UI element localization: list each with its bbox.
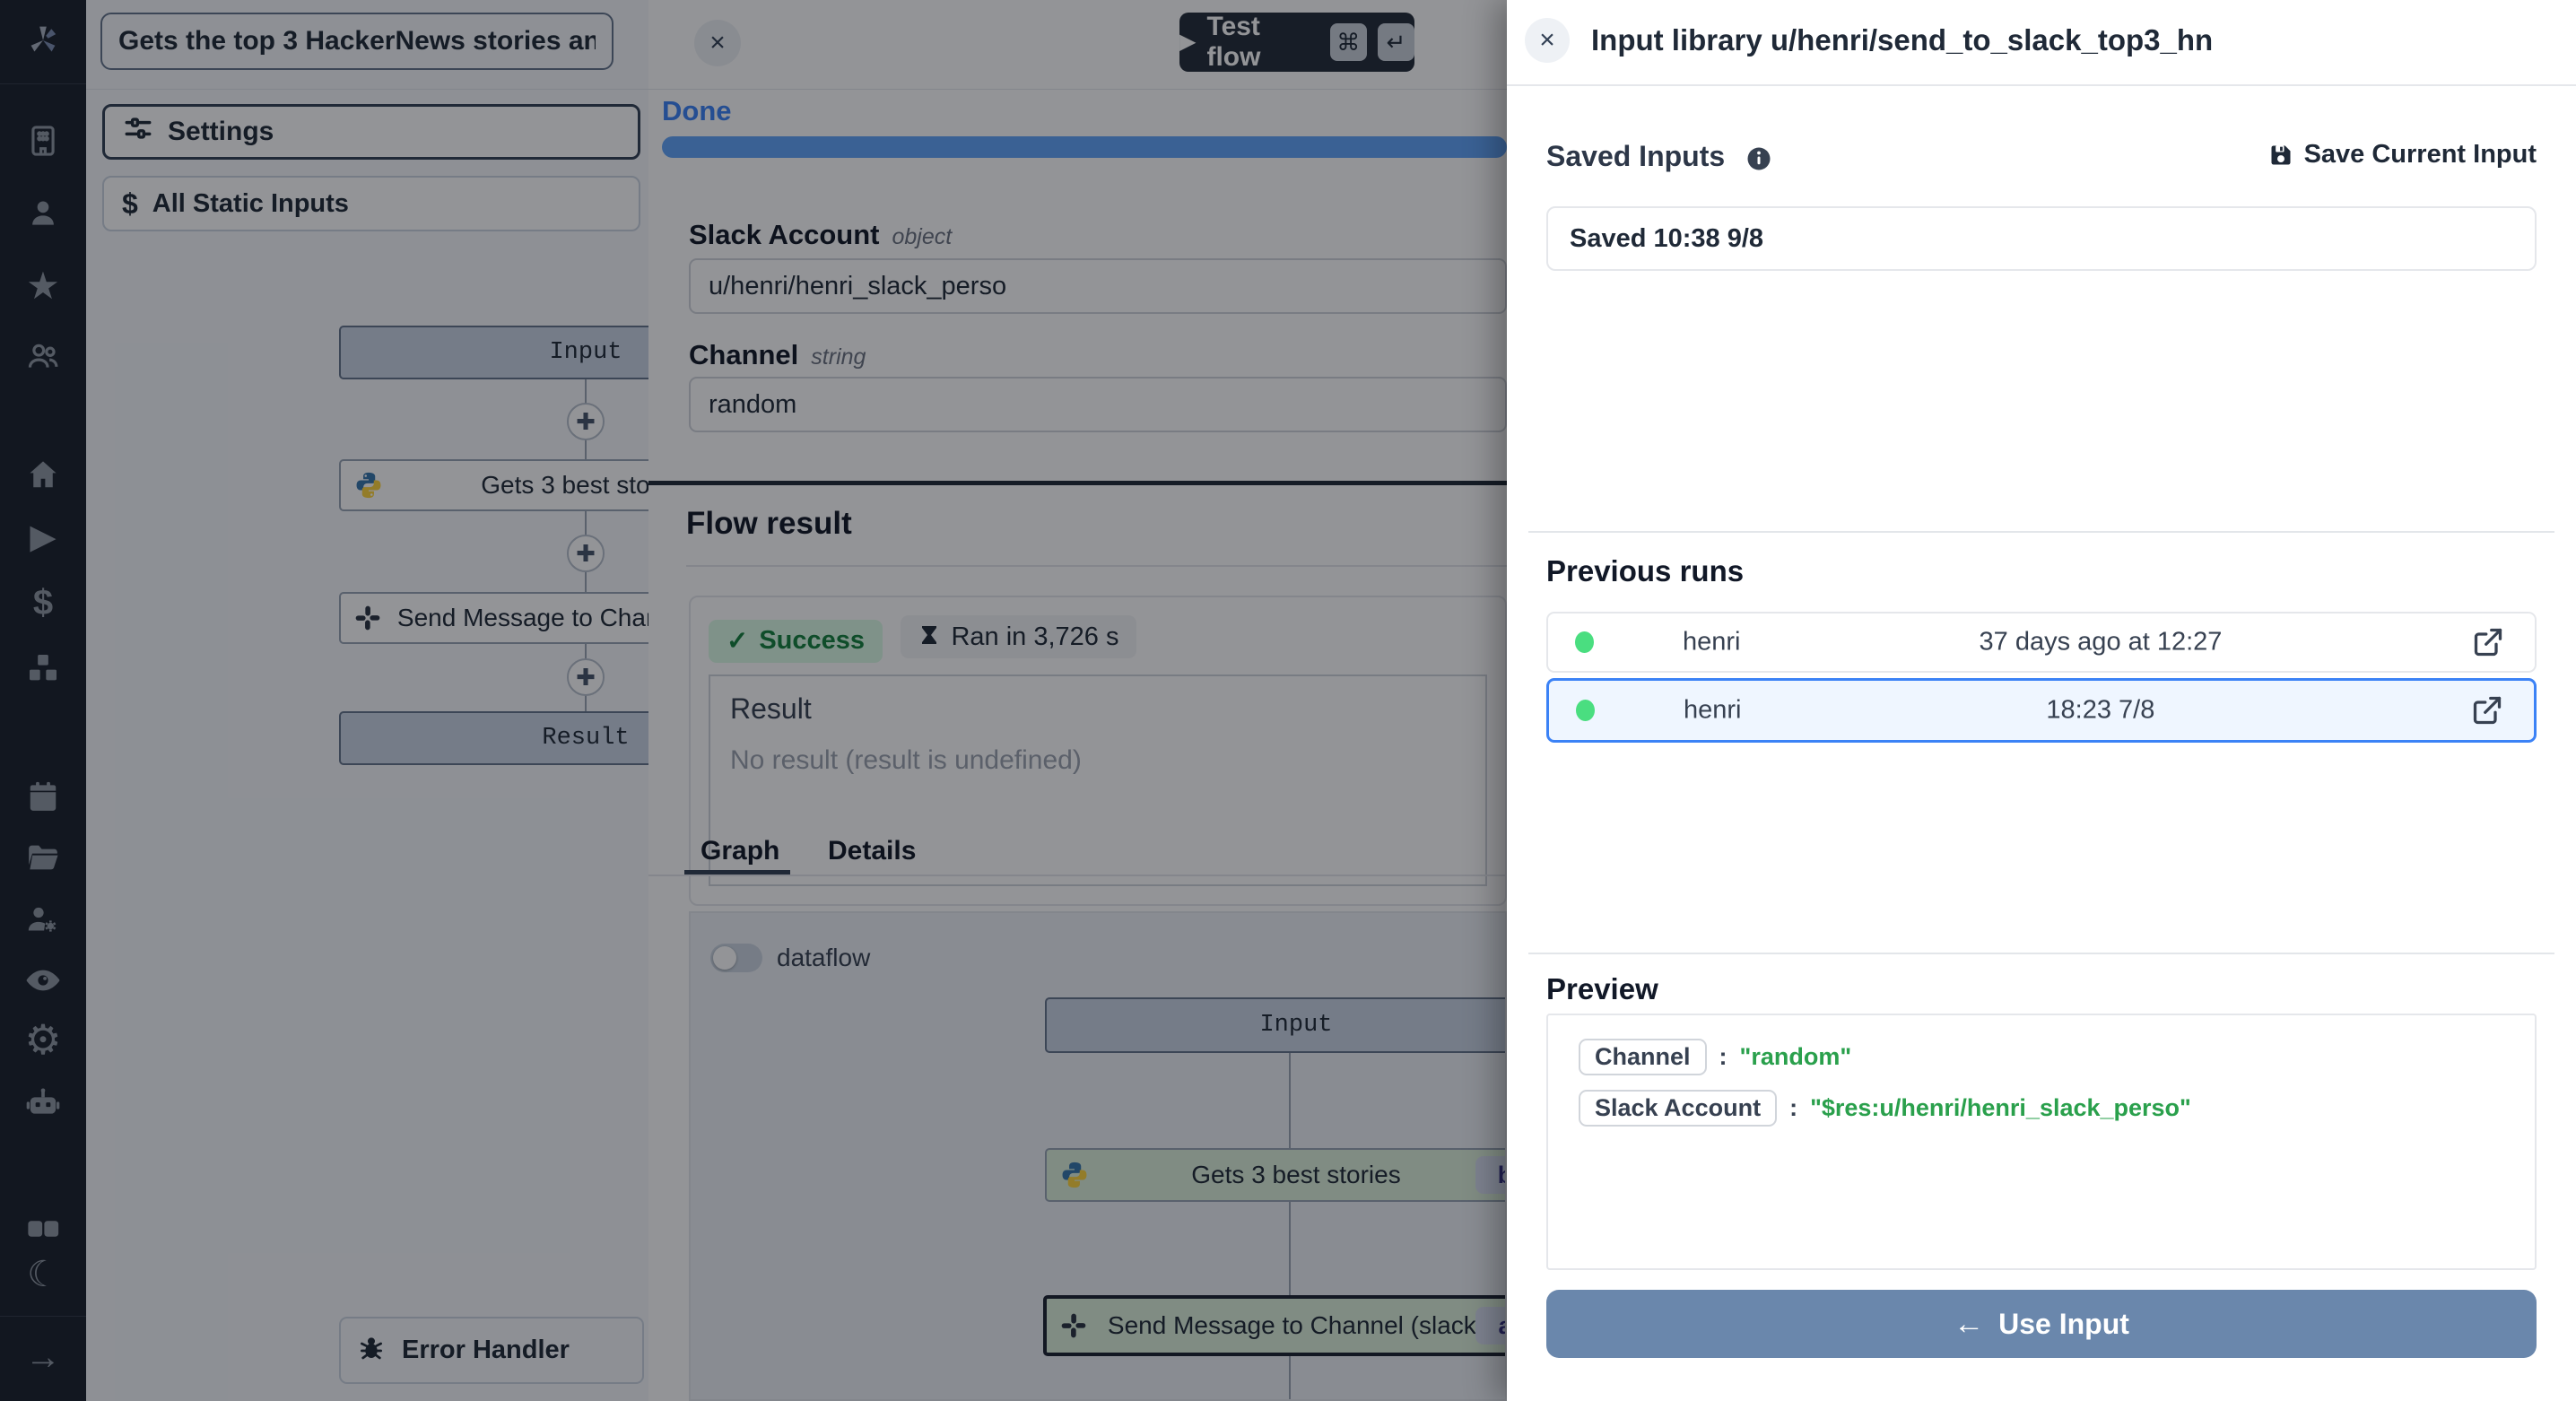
run-status-dot xyxy=(1576,700,1595,721)
preview-entry-channel: Channel : "random" xyxy=(1579,1039,2504,1075)
colon: : xyxy=(1789,1094,1797,1122)
use-input-label: Use Input xyxy=(1998,1308,2129,1341)
saved-input-item[interactable]: Saved 10:38 9/8 xyxy=(1546,206,2537,271)
preview-value: "random" xyxy=(1740,1043,1852,1071)
colon: : xyxy=(1719,1043,1727,1071)
run-status-dot xyxy=(1575,631,1594,653)
run-user: henri xyxy=(1684,696,1742,726)
external-link-icon[interactable] xyxy=(2472,626,2504,658)
preview-entry-slack-account: Slack Account : "$res:u/henri/henri_slac… xyxy=(1579,1090,2504,1127)
drawer-title: Input library u/henri/send_to_slack_top3… xyxy=(1591,23,2213,57)
arrow-left-icon: ← xyxy=(1954,1307,1984,1342)
external-link-icon[interactable] xyxy=(2471,694,2503,727)
saved-input-label: Saved 10:38 9/8 xyxy=(1570,224,1763,254)
previous-runs-heading: Previous runs xyxy=(1546,554,1744,588)
drawer-divider-2 xyxy=(1528,953,2554,954)
preview-key: Slack Account xyxy=(1579,1090,1777,1127)
drawer-backdrop[interactable] xyxy=(0,0,1507,1401)
save-icon xyxy=(2268,143,2293,168)
use-input-button[interactable]: ← Use Input xyxy=(1546,1290,2537,1358)
run-user: henri xyxy=(1683,628,1741,657)
preview-heading: Preview xyxy=(1546,972,1658,1006)
close-icon: × xyxy=(1539,25,1555,56)
saved-inputs-heading: Saved Inputs xyxy=(1546,140,1772,173)
save-current-input-button[interactable]: Save Current Input xyxy=(2268,140,2537,170)
run-time: 18:23 7/8 xyxy=(2046,696,2154,726)
info-icon[interactable] xyxy=(1745,145,1772,172)
run-time: 37 days ago at 12:27 xyxy=(1980,628,2223,657)
preview-value: "$res:u/henri/henri_slack_perso" xyxy=(1810,1094,2191,1122)
input-library-drawer: × Input library u/henri/send_to_slack_to… xyxy=(1507,0,2576,1401)
app-root: ★ ▶ $ xyxy=(0,0,2576,1401)
drawer-divider-1 xyxy=(1528,531,2554,533)
preview-key: Channel xyxy=(1579,1039,1707,1075)
drawer-header: × Input library u/henri/send_to_slack_to… xyxy=(1507,0,2576,86)
close-drawer-button[interactable]: × xyxy=(1525,18,1570,63)
previous-run-row-2[interactable]: henri 18:23 7/8 xyxy=(1546,678,2537,743)
preview-box: Channel : "random" Slack Account : "$res… xyxy=(1546,1014,2537,1270)
previous-run-row-1[interactable]: henri 37 days ago at 12:27 xyxy=(1546,612,2537,673)
